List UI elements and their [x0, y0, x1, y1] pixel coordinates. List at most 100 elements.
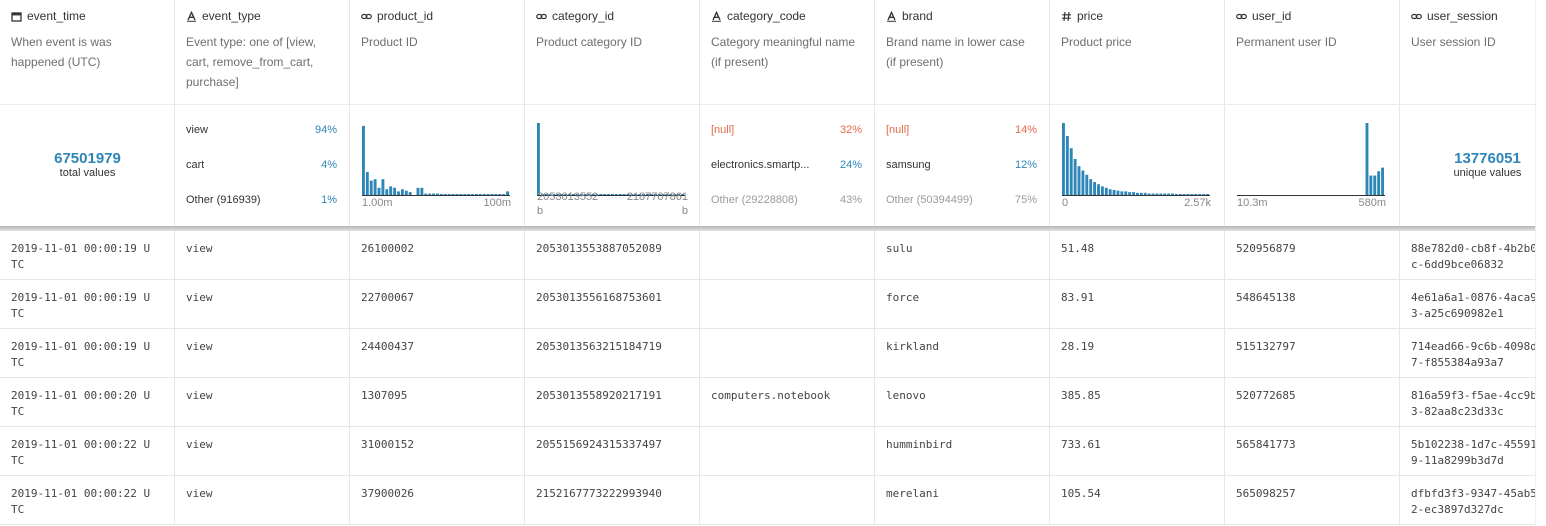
cell-category-id[interactable]: 2053013558920217191 [525, 378, 700, 426]
cell-user-id[interactable]: 565098257 [1225, 476, 1400, 524]
cell-category-code[interactable] [700, 231, 875, 279]
cell-category-code[interactable] [700, 427, 875, 475]
column-header-price[interactable]: price Product price [1050, 0, 1225, 104]
cell-brand[interactable]: kirkland [875, 329, 1050, 377]
cell-user-session[interactable]: 714ead66-9c6b-4098d57-f855384a93a7 [1400, 329, 1535, 377]
cell-event-type[interactable]: view [175, 476, 350, 524]
cell-event-type[interactable]: view [175, 378, 350, 426]
category-value-row[interactable]: [null] 14% [886, 124, 1037, 138]
histogram-bar [397, 191, 400, 195]
column-header-product-id[interactable]: product_id Product ID [350, 0, 525, 104]
category-value-row[interactable]: Other (29228808) 43% [711, 194, 862, 208]
cell-category-id[interactable]: 2152167773222993940 [525, 476, 700, 524]
table-row[interactable]: 2019-11-01 00:00:22 UTC view 31000152 20551… [0, 427, 1535, 476]
table-row[interactable]: 2019-11-01 00:00:19 UTC view 24400437 20530… [0, 329, 1535, 378]
cell-user-id[interactable]: 520956879 [1225, 231, 1400, 279]
column-header-user-id[interactable]: user_id Permanent user ID [1225, 0, 1400, 104]
category-value-row[interactable]: Other (50394499) 75% [886, 194, 1037, 208]
cell-category-code[interactable] [700, 476, 875, 524]
cell-event-time[interactable]: 2019-11-01 00:00:20 UTC [0, 378, 175, 426]
cell-price[interactable]: 51.48 [1050, 231, 1225, 279]
cell-event-time[interactable]: 2019-11-01 00:00:19 UTC [0, 231, 175, 279]
category-value-row[interactable]: samsung 12% [886, 159, 1037, 173]
cell-price[interactable]: 28.19 [1050, 329, 1225, 377]
cell-value: 2019-11-01 00:00:19 UTC [11, 340, 151, 369]
cell-price[interactable]: 105.54 [1050, 476, 1225, 524]
cell-brand[interactable]: force [875, 280, 1050, 328]
vertical-scrollbar[interactable] [1535, 0, 1546, 526]
column-header-event-type[interactable]: event_type Event type: one of [view, cart… [175, 0, 350, 104]
category-value-row[interactable]: Other (916939) 1% [186, 194, 337, 208]
cell-user-id[interactable]: 520772685 [1225, 378, 1400, 426]
column-header-event-time[interactable]: event_time When event is was happened (UT… [0, 0, 175, 104]
column-header-brand[interactable]: brand Brand name in lower case (if presen… [875, 0, 1050, 104]
cell-category-id[interactable]: 2053013556168753601 [525, 280, 700, 328]
column-header-category-code[interactable]: category_code Category meaningful name (i… [700, 0, 875, 104]
cell-value: 520772685 [1236, 389, 1296, 402]
cell-category-id[interactable]: 2053013563215184719 [525, 329, 700, 377]
histogram-bar [498, 194, 502, 195]
cell-product-id[interactable]: 26100002 [350, 231, 525, 279]
histogram-bar [1182, 194, 1186, 195]
cell-product-id[interactable]: 37900026 [350, 476, 525, 524]
histogram-bar [428, 193, 432, 195]
price-histogram[interactable] [1062, 122, 1210, 196]
category-value-row[interactable]: [null] 32% [711, 124, 862, 138]
category-value-row[interactable]: cart 4% [186, 159, 337, 173]
cell-event-type[interactable]: view [175, 280, 350, 328]
cell-user-session[interactable]: 816a59f3-f5ae-4cc9b23-82aa8c23d33c [1400, 378, 1535, 426]
cell-user-session[interactable]: dfbfd3f3-9347-45ab572-ec3897d327dc [1400, 476, 1535, 524]
cell-category-code[interactable] [700, 329, 875, 377]
table-row[interactable]: 2019-11-01 00:00:20 UTC view 1307095 205301… [0, 378, 1535, 427]
cell-event-time[interactable]: 2019-11-01 00:00:19 UTC [0, 280, 175, 328]
cell-user-id[interactable]: 565841773 [1225, 427, 1400, 475]
summary-count: 13776051 [1454, 150, 1521, 167]
table-row[interactable]: 2019-11-01 00:00:19 UTC view 26100002 20530… [0, 231, 1535, 280]
text-type-icon [711, 10, 722, 22]
cell-category-id[interactable]: 2053013553887052089 [525, 231, 700, 279]
cell-event-time[interactable]: 2019-11-01 00:00:22 UTC [0, 427, 175, 475]
cell-value: view [186, 389, 213, 402]
cell-category-code[interactable]: computers.notebook [700, 378, 875, 426]
category-value-row[interactable]: view 94% [186, 124, 337, 138]
cell-event-time[interactable]: 2019-11-01 00:00:19 UTC [0, 329, 175, 377]
cell-brand[interactable]: humminbird [875, 427, 1050, 475]
histogram-bar [1198, 194, 1202, 195]
cell-price[interactable]: 385.85 [1050, 378, 1225, 426]
column-header-user-session[interactable]: user_session User session ID [1400, 0, 1535, 104]
table-row[interactable]: 2019-11-01 00:00:19 UTC view 22700067 20530… [0, 280, 1535, 329]
cell-product-id[interactable]: 31000152 [350, 427, 525, 475]
histogram-bar [494, 194, 498, 195]
cell-category-code[interactable] [700, 280, 875, 328]
category-id-histogram[interactable] [537, 122, 685, 196]
column-name: category_id [536, 9, 688, 23]
user-id-histogram[interactable] [1237, 122, 1385, 196]
cell-event-time[interactable]: 2019-11-01 00:00:22 UTC [0, 476, 175, 524]
cell-product-id[interactable]: 1307095 [350, 378, 525, 426]
cell-event-type[interactable]: view [175, 231, 350, 279]
cell-brand[interactable]: lenovo [875, 378, 1050, 426]
cell-product-id[interactable]: 24400437 [350, 329, 525, 377]
histogram-bar [1100, 186, 1104, 195]
product-id-histogram[interactable] [362, 122, 510, 196]
cell-brand[interactable]: merelani [875, 476, 1050, 524]
table-row[interactable]: 2019-11-01 00:00:22 UTC view 37900026 21521… [0, 476, 1535, 525]
category-value-label: view [186, 124, 209, 136]
cell-price[interactable]: 83.91 [1050, 280, 1225, 328]
cell-category-id[interactable]: 2055156924315337497 [525, 427, 700, 475]
cell-price[interactable]: 733.61 [1050, 427, 1225, 475]
cell-brand[interactable]: sulu [875, 231, 1050, 279]
column-header-category-id[interactable]: category_id Product category ID [525, 0, 700, 104]
cell-user-session[interactable]: 4e61a6a1-0876-4aca913-a25c690982e1 [1400, 280, 1535, 328]
cell-value: 385.85 [1061, 389, 1101, 402]
category-value-row[interactable]: electronics.smartp... 24% [711, 159, 862, 173]
cell-user-id[interactable]: 515132797 [1225, 329, 1400, 377]
cell-value: 520956879 [1236, 242, 1296, 255]
cell-user-id[interactable]: 548645138 [1225, 280, 1400, 328]
cell-event-type[interactable]: view [175, 427, 350, 475]
column-name-text: price [1077, 9, 1104, 23]
cell-user-session[interactable]: 5b102238-1d7c-45591b9-11a8299b3d7d [1400, 427, 1535, 475]
cell-user-session[interactable]: 88e782d0-cb8f-4b2b09c-6dd9bce06832 [1400, 231, 1535, 279]
cell-product-id[interactable]: 22700067 [350, 280, 525, 328]
cell-event-type[interactable]: view [175, 329, 350, 377]
